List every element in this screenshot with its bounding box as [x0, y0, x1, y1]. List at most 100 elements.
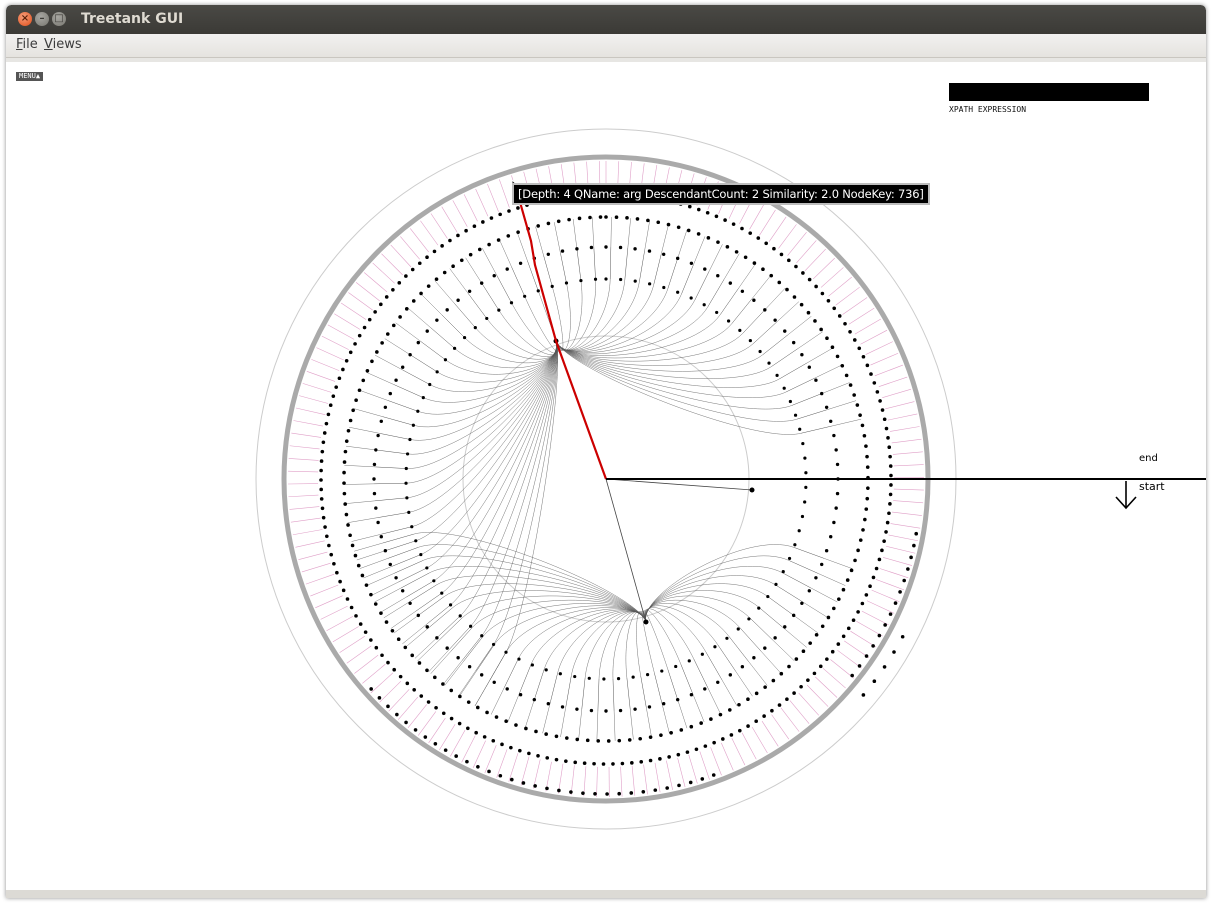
tree-node: [454, 754, 458, 758]
branch-edge: [680, 664, 694, 695]
leaf-link: [496, 749, 508, 778]
branch-edge: [555, 299, 696, 353]
visualization-overlay: [511, 178, 1206, 510]
branch-edge: [449, 268, 468, 293]
leaf-link: [487, 183, 499, 212]
branch-edge: [524, 296, 559, 353]
tree-node: [836, 642, 841, 646]
tree-node: [793, 543, 797, 547]
tree-node: [855, 403, 860, 407]
sunburst-tree-visualization[interactable]: [0, 0, 1216, 907]
leaf-link: [688, 754, 698, 784]
tree-node: [354, 398, 358, 403]
leaf-link: [866, 600, 895, 614]
tree-node: [582, 761, 587, 765]
tree-node: [763, 685, 767, 689]
branch-edge: [405, 627, 429, 648]
tree-node: [557, 788, 561, 793]
leaf-link: [806, 684, 829, 707]
branch-edge: [555, 340, 797, 422]
tree-node: [893, 601, 898, 605]
tree-node: [407, 510, 411, 514]
tree-node: [334, 385, 339, 389]
tree-node: [331, 394, 336, 398]
tree-node: [852, 338, 857, 342]
tree-node: [500, 742, 504, 747]
tree-node: [803, 456, 807, 460]
tree-node: [696, 207, 701, 212]
leaf-link: [311, 359, 340, 371]
tree-node: [783, 625, 787, 629]
leaf-link: [666, 760, 673, 790]
tree-node: [754, 691, 759, 696]
tree-node: [554, 757, 559, 762]
tree-node: [785, 287, 789, 292]
tree-node: [413, 728, 418, 732]
branch-edge: [646, 707, 652, 738]
tree-node: [617, 738, 622, 743]
tree-node: [731, 222, 736, 226]
tree-node: [880, 408, 885, 412]
tree-nodes[interactable]: [319, 192, 919, 796]
tree-node: [767, 361, 771, 365]
leaf-link: [721, 742, 734, 771]
branch-edge: [654, 672, 663, 705]
leaf-link: [893, 464, 924, 467]
tree-node: [417, 261, 422, 266]
tree-node: [456, 233, 460, 238]
tree-node: [804, 485, 808, 489]
branch-edge: [593, 247, 596, 280]
tree-node: [656, 220, 661, 225]
branch-edge: [499, 239, 512, 268]
tree-node: [516, 230, 520, 234]
tree-node: [764, 241, 768, 246]
tree-node: [835, 354, 840, 359]
tree-node: [801, 271, 805, 275]
tree-node: [639, 760, 644, 764]
xpath-expression-input[interactable]: [949, 83, 1149, 101]
leaf-link: [428, 717, 446, 744]
tree-node: [509, 301, 514, 305]
tree-node: [853, 558, 857, 563]
tree-node: [518, 693, 523, 697]
tree-node: [725, 245, 730, 249]
tree-node: [514, 723, 518, 727]
menu-toggle-button[interactable]: MENU▲: [16, 72, 44, 81]
leaf-link: [710, 747, 722, 776]
tree-node: [379, 534, 383, 539]
branch-edge: [450, 627, 473, 652]
tree-node: [706, 236, 711, 240]
tree-node: [604, 709, 608, 713]
tree-node: [647, 249, 652, 253]
tree-node: [845, 578, 850, 582]
leaf-link: [339, 636, 365, 653]
leaf-link: [327, 324, 355, 340]
tree-node: [492, 273, 496, 278]
tree-node: [700, 652, 704, 656]
branch-edge: [505, 607, 647, 653]
tree-node: [667, 755, 671, 759]
tree-node: [774, 582, 778, 586]
tree-node: [777, 703, 782, 707]
branch-edge: [374, 587, 402, 603]
branch-edge: [409, 354, 438, 373]
branch-edge: [391, 554, 421, 567]
branch-edge: [817, 573, 846, 586]
tree-node: [459, 258, 464, 263]
branch-edge: [814, 364, 842, 379]
tree-node: [794, 657, 799, 661]
tree-node: [638, 736, 642, 741]
tree-node: [618, 245, 623, 250]
tree-node: [775, 373, 779, 377]
tree-node: [480, 634, 484, 638]
tree-node: [844, 373, 849, 378]
leaf-link: [293, 420, 323, 427]
tree-node: [633, 707, 637, 711]
tree-node: [856, 548, 860, 553]
branch-edge: [693, 236, 706, 265]
tree-node: [373, 602, 378, 606]
tree-node: [362, 325, 367, 330]
tree-node: [410, 525, 414, 529]
branch-edge: [475, 644, 494, 672]
tree-node: [814, 378, 818, 382]
